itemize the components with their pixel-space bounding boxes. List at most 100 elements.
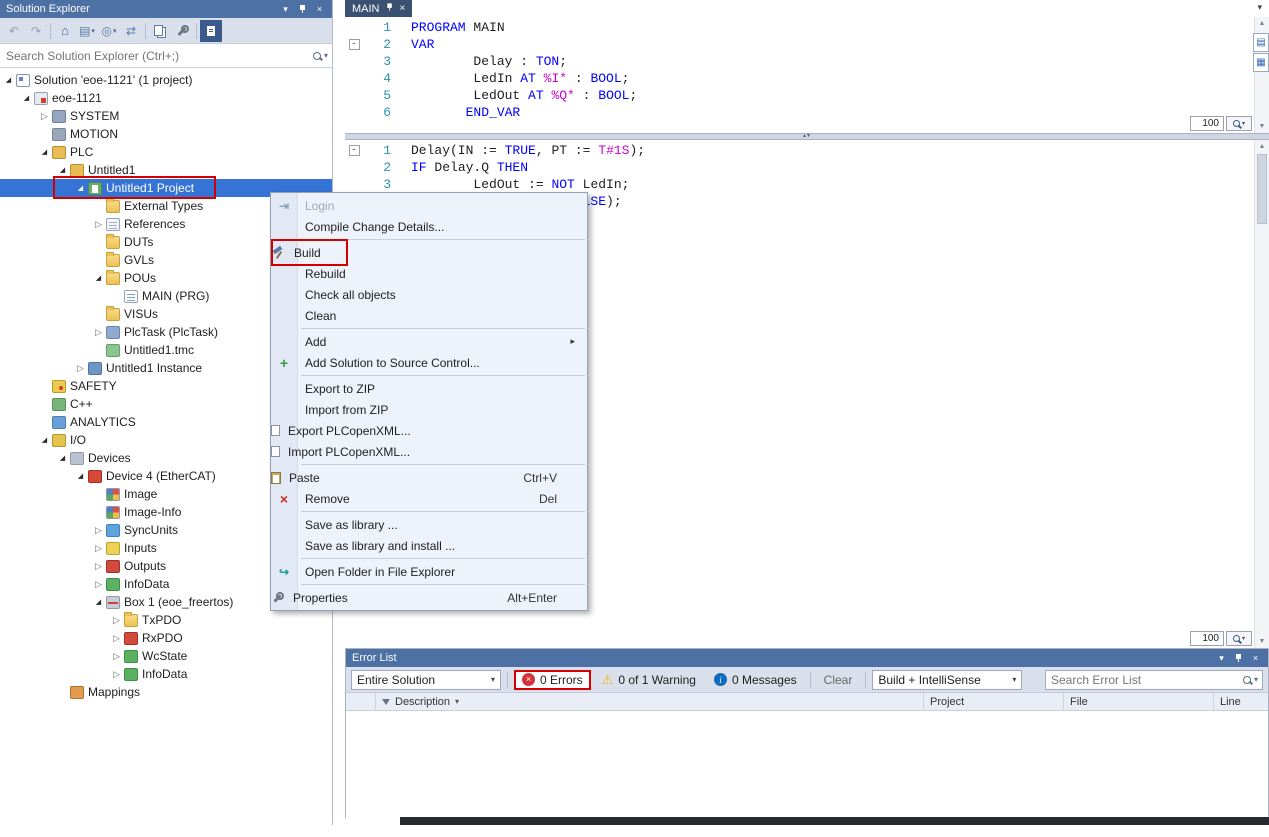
pending-filter-button[interactable]: ▾ [98, 20, 120, 42]
editor-splitter[interactable]: ▴▾ [345, 133, 1269, 140]
show-all-files-button[interactable] [149, 20, 171, 42]
menu-item-paste[interactable]: PasteCtrl+V [271, 467, 587, 488]
menu-item-add-solution-to-source-control[interactable]: Add Solution to Source Control... [271, 352, 587, 373]
menu-item-import-plcopenxml[interactable]: Import PLCopenXML... [271, 441, 587, 462]
window-position-chevron-icon[interactable]: ▾ [277, 1, 294, 17]
menu-item-check-all-objects[interactable]: Check all objects [271, 284, 587, 305]
zoom-level[interactable]: 100 [1190, 116, 1224, 131]
tree-item-rxpdo[interactable]: ▷RxPDO [0, 629, 332, 647]
expand-arrow-icon[interactable]: ▷ [92, 525, 105, 536]
menu-item-export-plcopenxml[interactable]: Export PLCopenXML... [271, 420, 587, 441]
column-header-project[interactable]: Project [924, 693, 1064, 710]
pin-icon[interactable] [294, 1, 311, 17]
tree-item-solution-eoe-1121-1-project[interactable]: ◢Solution 'eoe-1121' (1 project) [0, 71, 332, 89]
tree-item-eoe-1121[interactable]: ◢eoe-1121 [0, 89, 332, 107]
column-header-line[interactable]: Line [1214, 693, 1268, 710]
expand-arrow-icon[interactable]: ▷ [110, 651, 123, 662]
expand-arrow-icon[interactable]: ▷ [92, 561, 105, 572]
error-search-input[interactable] [1046, 673, 1243, 687]
sync-with-active-document-button[interactable] [120, 20, 142, 42]
code-text[interactable]: PROGRAM MAIN [395, 20, 505, 35]
search-options-caret-icon[interactable]: ▾ [324, 51, 328, 60]
errors-filter-button[interactable]: × 0 Errors [514, 670, 591, 690]
menu-item-export-to-zip[interactable]: Export to ZIP [271, 378, 587, 399]
scroll-up-icon[interactable]: ▲ [1255, 140, 1269, 153]
window-position-chevron-icon[interactable]: ▾ [1213, 650, 1230, 666]
zoom-level[interactable]: 100 [1190, 631, 1224, 646]
menu-item-compile-change-details[interactable]: Compile Change Details... [271, 216, 587, 237]
back-button[interactable] [3, 20, 25, 42]
code-text[interactable]: IF Delay.Q THEN [395, 160, 528, 175]
search-magnifier-icon[interactable] [1243, 676, 1251, 684]
collapse-arrow-icon[interactable]: ◢ [74, 472, 87, 480]
expand-arrow-icon[interactable]: ▷ [110, 669, 123, 680]
textual-view-button[interactable]: ▤ [1253, 33, 1269, 52]
close-icon[interactable]: × [311, 1, 328, 17]
expand-arrow-icon[interactable]: ▷ [92, 219, 105, 230]
code-text[interactable]: LedOut AT %Q* : BOOL; [395, 88, 637, 103]
menu-item-open-folder-in-file-explorer[interactable]: Open Folder in File Explorer [271, 561, 587, 582]
clear-button[interactable]: Clear [817, 670, 860, 690]
code-text[interactable]: Delay : TON; [395, 54, 567, 69]
declaration-editor[interactable]: 1PROGRAM MAIN-2VAR3 Delay : TON;4 LedIn … [345, 17, 1269, 133]
collapse-all-button[interactable]: ▾ [76, 20, 98, 42]
search-options-caret-icon[interactable]: ▾ [1254, 675, 1258, 684]
messages-filter-button[interactable]: i 0 Messages [707, 670, 804, 690]
scrollbar-thumb[interactable] [1257, 154, 1267, 224]
collapse-arrow-icon[interactable]: ◢ [2, 76, 15, 84]
tree-item-motion[interactable]: MOTION [0, 125, 332, 143]
menu-item-save-as-library[interactable]: Save as library ... [271, 514, 587, 535]
tree-item-untitled1[interactable]: ◢Untitled1 [0, 161, 332, 179]
expand-arrow-icon[interactable]: ▷ [92, 543, 105, 554]
scope-dropdown[interactable]: Entire Solution ▾ [351, 670, 501, 690]
code-text[interactable]: LedIn AT %I* : BOOL; [395, 71, 629, 86]
search-magnifier-icon[interactable] [313, 52, 321, 60]
scroll-up-icon[interactable]: ▲ [1255, 17, 1269, 30]
code-text[interactable]: Delay(IN := TRUE, PT := T#1S); [395, 143, 645, 158]
code-text[interactable]: LedOut := NOT LedIn; [395, 177, 629, 192]
close-icon[interactable]: × [1247, 650, 1264, 666]
expand-arrow-icon[interactable]: ▷ [38, 111, 51, 122]
tree-item-wcstate[interactable]: ▷WcState [0, 647, 332, 665]
home-button[interactable] [54, 20, 76, 42]
properties-button[interactable] [171, 20, 193, 42]
collapse-arrow-icon[interactable]: ◢ [92, 274, 105, 282]
collapse-arrow-icon[interactable]: ◢ [56, 454, 69, 462]
implementation-scrollbar[interactable]: ▲ ▼ [1254, 140, 1269, 648]
fold-collapse-icon[interactable]: - [349, 39, 360, 50]
forward-button[interactable] [25, 20, 47, 42]
menu-item-import-from-zip[interactable]: Import from ZIP [271, 399, 587, 420]
search-input[interactable] [0, 49, 313, 63]
fold-collapse-icon[interactable]: - [349, 145, 360, 156]
tabular-view-button[interactable]: ▦ [1253, 53, 1269, 72]
menu-item-add[interactable]: Add▸ [271, 331, 587, 352]
tree-item-mappings[interactable]: Mappings [0, 683, 332, 701]
menu-item-save-as-library-and-install[interactable]: Save as library and install ... [271, 535, 587, 556]
collapse-arrow-icon[interactable]: ◢ [20, 94, 33, 102]
expand-arrow-icon[interactable]: ▷ [110, 615, 123, 626]
menu-item-build[interactable]: Build [271, 242, 587, 263]
preview-selected-items-button[interactable] [200, 20, 222, 42]
collapse-arrow-icon[interactable]: ◢ [38, 436, 51, 444]
tree-item-system[interactable]: ▷SYSTEM [0, 107, 332, 125]
collapse-arrow-icon[interactable]: ◢ [38, 148, 51, 156]
scroll-down-icon[interactable]: ▼ [1255, 635, 1269, 648]
code-text[interactable]: END_VAR [395, 105, 520, 120]
tree-item-txpdo[interactable]: ▷TxPDO [0, 611, 332, 629]
expand-arrow-icon[interactable]: ▷ [110, 633, 123, 644]
pin-icon[interactable] [1230, 650, 1247, 666]
scroll-down-icon[interactable]: ▼ [1255, 120, 1269, 133]
expand-arrow-icon[interactable]: ▷ [92, 579, 105, 590]
warnings-filter-button[interactable]: ⚠ 0 of 1 Warning [595, 670, 703, 690]
column-header-description[interactable]: Description ▾ [376, 693, 924, 710]
zoom-button[interactable]: ▾ [1226, 116, 1252, 131]
column-header-file[interactable]: File [1064, 693, 1214, 710]
menu-item-properties[interactable]: PropertiesAlt+Enter [271, 587, 587, 608]
expand-arrow-icon[interactable]: ▷ [74, 363, 87, 374]
pin-icon[interactable] [386, 2, 394, 15]
code-text[interactable]: VAR [395, 37, 434, 52]
menu-item-remove[interactable]: RemoveDel [271, 488, 587, 509]
menu-item-rebuild[interactable]: Rebuild [271, 263, 587, 284]
menu-item-clean[interactable]: Clean [271, 305, 587, 326]
collapse-arrow-icon[interactable]: ◢ [74, 184, 87, 192]
